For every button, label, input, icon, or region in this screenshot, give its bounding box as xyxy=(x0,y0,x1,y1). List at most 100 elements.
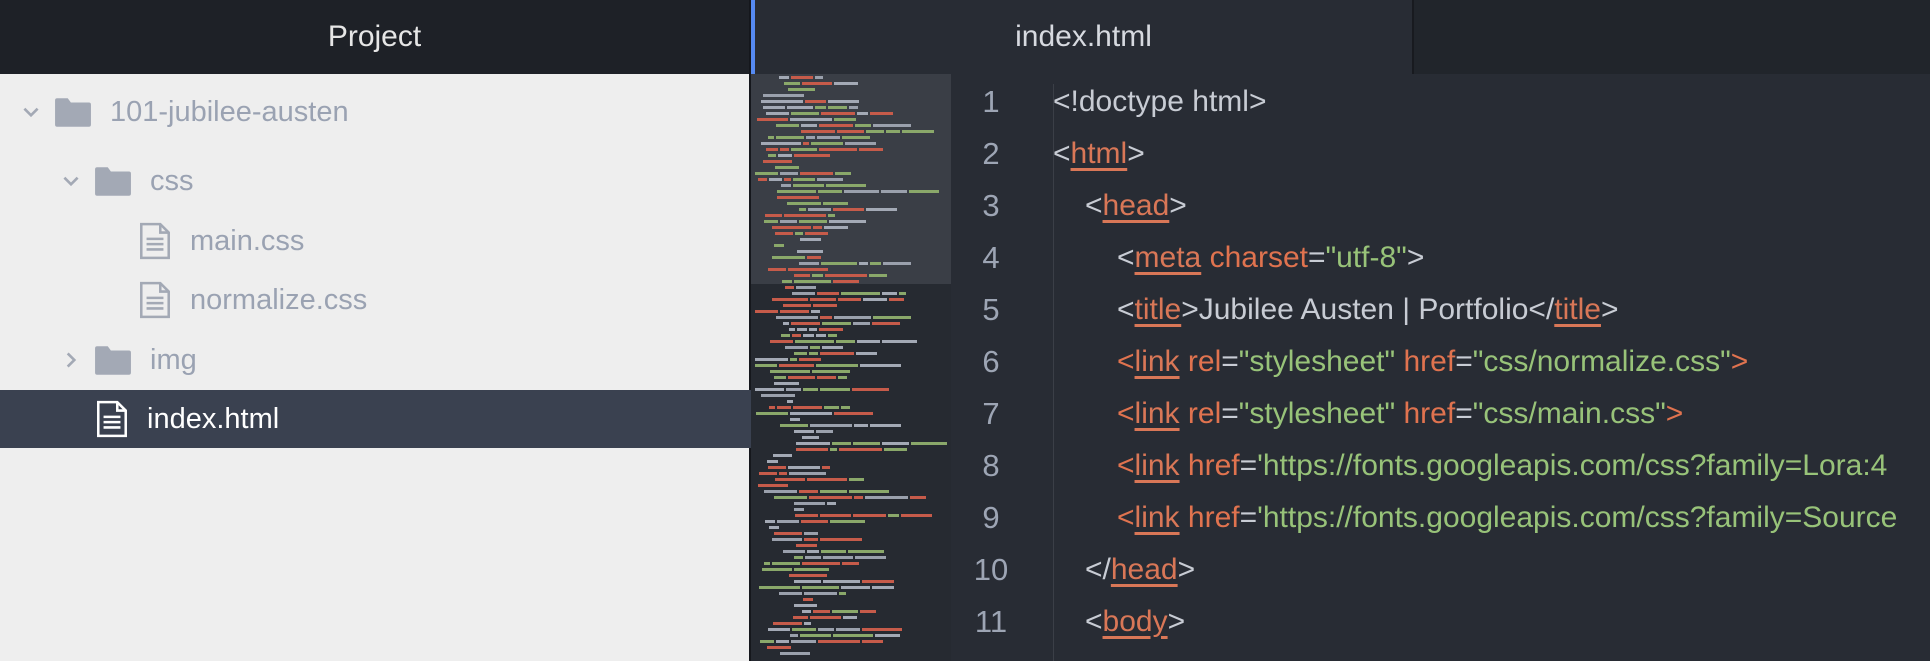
minimap-stroke xyxy=(820,514,851,517)
minimap-stroke xyxy=(865,496,908,499)
tag-name: body xyxy=(1102,605,1168,638)
minimap-stroke xyxy=(860,364,901,367)
minimap-stroke xyxy=(910,496,926,499)
minimap-stroke xyxy=(862,628,902,631)
minimap-stroke xyxy=(870,424,901,427)
title-text: Jubilee Austen | Portfolio xyxy=(1198,293,1529,326)
minimap-stroke xyxy=(875,634,900,637)
minimap-stroke xyxy=(802,82,832,85)
code-line-10: </head > xyxy=(1085,553,1196,586)
minimap-stroke xyxy=(807,478,847,481)
tree-item-img-folder[interactable]: img xyxy=(0,331,807,389)
chevron-down-icon[interactable] xyxy=(18,99,44,125)
tree-item-root-folder[interactable]: 101-jubilee-austen xyxy=(0,83,767,141)
minimap-stroke xyxy=(777,520,799,523)
tag-name: title xyxy=(1134,293,1182,326)
minimap-stroke xyxy=(790,634,798,637)
minimap-stroke xyxy=(777,190,816,193)
minimap-stroke xyxy=(841,586,870,589)
minimap-stroke xyxy=(779,76,789,79)
tag-name: link xyxy=(1134,345,1180,378)
minimap-stroke xyxy=(834,316,871,319)
minimap-stroke xyxy=(769,178,782,181)
minimap-stroke xyxy=(866,208,897,211)
minimap-stroke xyxy=(781,184,791,187)
tree-item-css-folder[interactable]: css xyxy=(0,152,807,210)
line-number: 5 xyxy=(982,292,1000,327)
chevron-right-icon[interactable] xyxy=(58,347,84,373)
attr-name: href xyxy=(1187,449,1240,482)
tag-name: link xyxy=(1134,397,1180,430)
minimap-stroke xyxy=(755,172,778,175)
minimap-stroke xyxy=(817,136,840,139)
minimap-stroke xyxy=(849,490,889,493)
minimap-stroke xyxy=(838,298,861,301)
minimap-stroke xyxy=(790,412,832,415)
minimap-stroke xyxy=(801,520,828,523)
minimap-stroke xyxy=(764,220,778,223)
minimap-stroke xyxy=(780,652,810,655)
minimap-stroke xyxy=(791,76,813,79)
minimap-stroke xyxy=(853,442,880,445)
minimap-stroke xyxy=(794,274,810,277)
line-number-gutter: 1 2 3 4 5 6 7 8 9 10 11 xyxy=(951,74,1031,661)
minimap-stroke xyxy=(822,466,830,469)
minimap[interactable] xyxy=(751,74,951,661)
minimap-stroke xyxy=(809,496,852,499)
minimap-stroke xyxy=(779,364,814,367)
tag-name: html xyxy=(1070,137,1128,170)
minimap-stroke xyxy=(787,400,793,403)
minimap-stroke xyxy=(888,514,899,517)
minimap-stroke xyxy=(857,112,868,115)
minimap-stroke xyxy=(772,298,808,301)
minimap-stroke xyxy=(769,526,779,529)
minimap-stroke xyxy=(809,328,817,331)
minimap-stroke xyxy=(793,406,822,409)
minimap-stroke xyxy=(772,226,811,229)
minimap-stroke xyxy=(842,136,870,139)
tab-index-html[interactable]: index.html xyxy=(751,0,1414,74)
minimap-stroke xyxy=(768,466,786,469)
minimap-stroke xyxy=(804,532,818,535)
tag-name: head xyxy=(1110,553,1178,586)
line-number: 10 xyxy=(973,552,1009,587)
minimap-stroke xyxy=(819,148,857,151)
line-number: 4 xyxy=(982,240,1000,275)
minimap-stroke xyxy=(872,586,894,589)
minimap-stroke xyxy=(886,130,900,133)
minimap-stroke xyxy=(791,148,817,151)
minimap-stroke xyxy=(758,178,767,181)
tag-name: meta xyxy=(1134,241,1202,274)
minimap-stroke xyxy=(794,568,829,571)
minimap-stroke xyxy=(872,322,900,325)
minimap-stroke xyxy=(824,226,848,229)
minimap-stroke xyxy=(870,112,893,115)
minimap-stroke xyxy=(789,328,795,331)
minimap-stroke xyxy=(796,442,830,445)
chevron-down-icon[interactable] xyxy=(58,168,84,194)
tag-name: link xyxy=(1134,501,1180,534)
line-number: 6 xyxy=(982,344,1000,379)
minimap-stroke xyxy=(792,628,816,631)
attr-value: "utf-8" xyxy=(1325,241,1407,274)
minimap-stroke xyxy=(807,256,821,259)
minimap-stroke xyxy=(883,262,911,265)
attr-value: "stylesheet" xyxy=(1238,345,1396,378)
minimap-stroke xyxy=(799,262,819,265)
minimap-stroke xyxy=(816,430,833,433)
minimap-stroke xyxy=(800,172,833,175)
minimap-stroke xyxy=(803,598,813,601)
minimap-stroke xyxy=(792,334,801,337)
minimap-stroke xyxy=(803,334,814,337)
tree-item-label: css xyxy=(150,164,194,197)
tree-item-label: index.html xyxy=(147,402,280,435)
minimap-stroke xyxy=(768,154,776,157)
minimap-stroke xyxy=(774,244,784,247)
code-area[interactable]: <!doctype html> < html > < head > < meta char… xyxy=(1053,74,1930,661)
minimap-stroke xyxy=(764,562,770,565)
tree-item-index-html[interactable]: index.html xyxy=(0,390,844,448)
minimap-stroke xyxy=(833,634,873,637)
minimap-stroke xyxy=(764,490,797,493)
minimap-stroke xyxy=(779,472,787,475)
minimap-stroke xyxy=(841,292,880,295)
